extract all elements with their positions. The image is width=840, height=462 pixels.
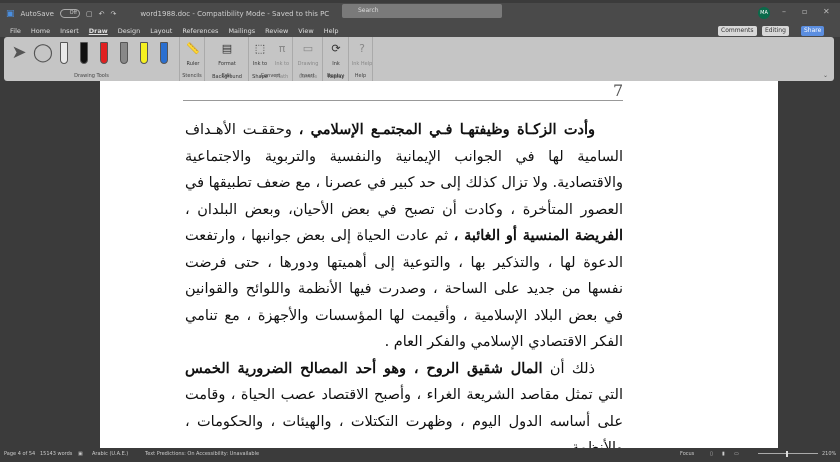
proofing-icon[interactable]: ▣ [78,448,83,460]
help-label: Help [354,73,367,79]
pen-4-button[interactable] [116,42,132,64]
select-cursor-icon[interactable]: ➤ [6,42,32,63]
search-input[interactable]: Search [342,4,502,18]
tab-mailings[interactable]: Mailings [228,27,255,35]
draw-ribbon: ➤ ◯ Drawing Tools 📏 Ruler Stencils ▤ Forma… [4,37,834,81]
text-predictions[interactable]: Text Predictions: On [145,448,195,460]
autosave-toggle[interactable]: Off [59,9,80,18]
paragraph-2: ذلك أن المال شقيق الروح ، وهو أحد المصال… [185,356,623,462]
stencils-label: Stencils [182,73,202,79]
convert-label: Convert [260,73,281,79]
lasso-icon[interactable]: ◯ [30,42,56,63]
zoom-slider[interactable] [758,453,818,454]
tab-home[interactable]: Home [31,27,50,35]
tab-help[interactable]: Help [324,27,339,35]
pen-1-button[interactable] [56,42,72,64]
replay-group: ⟳ Ink Replay Replay [323,37,349,81]
pen-3-button[interactable] [96,42,112,64]
avatar[interactable]: MA [758,7,770,19]
tab-file[interactable]: File [10,27,21,35]
edit-group: ▤ Format Background Edit [205,37,249,81]
convert-group: ⬚ Ink to Shape π Ink to Math Convert [249,37,293,81]
accessibility[interactable]: Accessibility: Unavailable [196,448,259,460]
status-bar: Page 4 of 54 15143 words ▣ Arabic (U.A.E… [0,448,840,460]
word-logo-icon: ▣ [6,8,15,19]
help-group: ? Ink Help Help [349,37,373,81]
document-page[interactable]: 7 وأدت الزكـاة وظيفتهـا فـي المجتمـع الإ… [100,81,778,456]
tab-review[interactable]: Review [265,27,288,35]
zoom-slider-thumb[interactable] [786,451,788,457]
menu-bar: File Home Insert Draw Design Layout Refe… [0,24,840,37]
ruler-button[interactable]: 📏 Ruler [180,42,206,68]
redo-icon[interactable]: ↷ [110,10,116,18]
close-icon[interactable]: ✕ [823,7,830,16]
text: ذلك أن [542,360,595,377]
language[interactable]: Arabic (U.A.E.) [92,448,128,460]
text: ثم عادت الحياة إلى بعض جوانبها ، وارتفعت… [185,228,623,350]
undo-icon[interactable]: ↶ [99,10,105,18]
text: التي تمثل مقاصد الشريعة الغراء ، وأصبح ا… [185,387,623,456]
stencils-group: 📏 Ruler Stencils [180,37,205,81]
focus-button[interactable]: Focus [680,448,694,460]
header-divider [183,100,623,101]
paragraph-1: وأدت الزكـاة وظيفتهـا فـي المجتمـع الإسل… [185,117,623,356]
document-title[interactable]: word1988.doc - Compatibility Mode - Save… [140,10,329,18]
print-layout-icon[interactable]: ▮ [722,448,725,460]
tab-insert[interactable]: Insert [60,27,79,35]
ink-help-label: Ink Help [351,61,373,67]
drawing-tools-label: Drawing Tools [74,73,109,79]
ruler-label: Ruler [186,61,200,67]
web-layout-icon[interactable]: ▭ [734,448,739,460]
editing-button[interactable]: Editing [762,26,789,36]
tab-view[interactable]: View [298,27,313,35]
autosave-label: AutoSave [20,9,54,18]
replay-label: Replay [327,73,344,79]
drawing-tools-group: ➤ ◯ Drawing Tools [4,37,180,81]
document-body[interactable]: وأدت الزكـاة وظيفتهـا فـي المجتمـع الإسل… [185,117,623,462]
page-count[interactable]: Page 4 of 54 [4,448,35,460]
pen-icon [80,42,88,64]
edit-label: Edit [221,73,232,79]
tab-design[interactable]: Design [118,27,140,35]
minimize-icon[interactable]: – [782,7,786,16]
bold-text: الفريضة المنسية أو الغائبة ، [453,227,624,244]
pen-6-button[interactable] [156,42,172,64]
pen-icon [160,42,168,64]
ink-help-button[interactable]: ? Ink Help [349,42,375,68]
zoom-level[interactable]: 210% [822,448,836,460]
comments-button[interactable]: Comments [718,26,757,36]
pen-2-button[interactable] [76,42,92,64]
bold-text: وأدت الزكـاة وظيفتهـا فـي المجتمـع الإسل… [298,121,596,138]
word-count[interactable]: 15143 words [40,448,72,460]
tab-layout[interactable]: Layout [150,27,172,35]
maximize-icon[interactable]: ▫ [802,7,807,16]
read-mode-icon[interactable]: ▯ [710,448,713,460]
collapse-ribbon-icon[interactable]: ⌄ [823,72,828,79]
share-button[interactable]: Share [801,26,825,36]
pen-icon [140,42,148,64]
pen-icon [120,42,128,64]
pen-icon [60,42,68,64]
pen-5-button[interactable] [136,42,152,64]
page-number: 7 [613,81,624,100]
pen-icon [100,42,108,64]
insert-group: ▭ Drawing Canvas Insert [293,37,323,81]
tab-references[interactable]: References [182,27,218,35]
vertical-scrollbar[interactable] [826,81,834,448]
bold-text: المال شقيق الروح ، وهو أحد المصالح الضرو… [185,359,543,377]
insert-label: Insert [300,73,315,79]
tab-draw[interactable]: Draw [89,27,108,35]
save-icon[interactable]: ▢ [86,10,93,18]
